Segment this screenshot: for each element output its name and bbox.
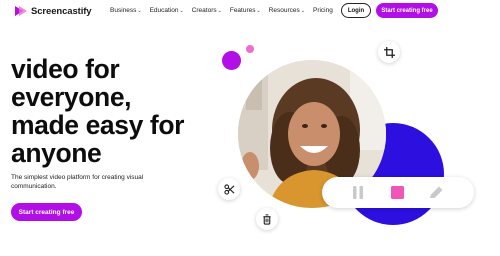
recording-toolbar xyxy=(322,177,474,208)
headline-line: video for xyxy=(11,54,120,84)
menu-item-education[interactable]: Education ⌄ xyxy=(150,7,184,14)
menu-item-resources[interactable]: Resources ⌄ xyxy=(269,7,305,14)
headline-line: made easy for xyxy=(11,110,185,140)
delete-button[interactable] xyxy=(256,208,278,230)
crop-icon xyxy=(383,46,395,58)
menu-label: Education xyxy=(149,7,179,14)
menu-label: Business xyxy=(110,7,137,14)
pause-icon[interactable] xyxy=(352,186,364,199)
headline-line: everyone, xyxy=(11,82,132,112)
chevron-down-icon: ⌄ xyxy=(179,7,184,14)
menu-item-pricing[interactable]: Pricing xyxy=(313,7,333,14)
login-button[interactable]: Login xyxy=(341,3,371,18)
menu-label: Resources xyxy=(268,7,300,14)
start-creating-free-button-hero[interactable]: Start creating free xyxy=(11,203,82,221)
menu-item-features[interactable]: Features ⌄ xyxy=(230,7,261,14)
top-navigation: Screencastify Business ⌄ Education ⌄ Creat… xyxy=(0,0,500,24)
menu-label: Creators xyxy=(191,7,217,14)
scissors-icon xyxy=(223,183,234,195)
pen-icon[interactable] xyxy=(429,186,443,199)
hero-headline: video for everyone, made easy for anyone xyxy=(11,55,211,167)
decorative-purple-dot xyxy=(222,51,241,70)
menu-label: Features xyxy=(229,7,256,14)
cut-button[interactable] xyxy=(218,178,240,200)
trash-icon xyxy=(263,213,271,225)
chevron-down-icon: ⌄ xyxy=(256,7,261,14)
hero-subtext: The simplest video platform for creating… xyxy=(11,174,144,190)
main-menu: Business ⌄ Education ⌄ Creators ⌄ Features ⌄… xyxy=(110,7,333,14)
menu-label: Pricing xyxy=(312,7,333,14)
logo-text: Screencastify xyxy=(31,5,92,17)
chevron-down-icon: ⌄ xyxy=(137,7,142,14)
crop-button[interactable] xyxy=(378,41,400,63)
headline-line: anyone xyxy=(11,138,102,168)
screencastify-logo[interactable]: Screencastify xyxy=(14,5,92,17)
menu-item-business[interactable]: Business ⌄ xyxy=(110,7,142,14)
logo-icon xyxy=(15,6,27,16)
stop-icon[interactable] xyxy=(391,186,404,199)
menu-item-creators[interactable]: Creators ⌄ xyxy=(192,7,222,14)
start-creating-free-button-nav[interactable]: Start creating free xyxy=(376,3,438,18)
chevron-down-icon: ⌄ xyxy=(300,7,305,14)
decorative-pink-dot xyxy=(246,45,254,53)
chevron-down-icon: ⌄ xyxy=(217,7,222,14)
